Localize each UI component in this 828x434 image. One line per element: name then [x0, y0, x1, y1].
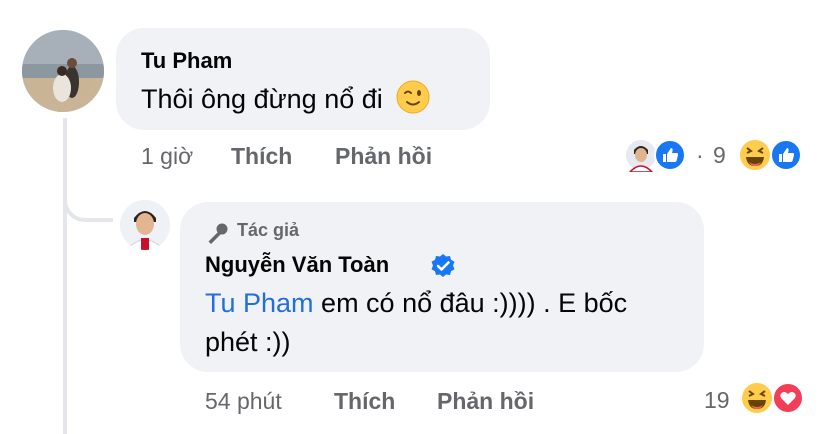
haha-reaction-icon: [738, 138, 772, 172]
reply-like-button[interactable]: Thích: [334, 388, 395, 415]
reply-timestamp[interactable]: 54 phút: [205, 388, 282, 415]
reply-text-line1: em có nổ đâu :)))) . E bốc: [313, 288, 628, 318]
comment-text-body: Thôi ông đừng nổ đi: [141, 84, 383, 114]
comment-like-button[interactable]: Thích: [231, 143, 292, 170]
reply-author[interactable]: Nguyễn Văn Toàn: [205, 252, 389, 278]
verified-badge-icon: [431, 254, 455, 277]
reply-text-line2: phét :)): [205, 327, 291, 357]
reply-reply-button[interactable]: Phản hồi: [437, 388, 534, 415]
comment-reaction-count: 9: [713, 142, 726, 168]
comment-reply-button[interactable]: Phản hồi: [335, 143, 432, 170]
reactor-avatar: [624, 138, 658, 172]
reply-reactions[interactable]: 19: [700, 381, 810, 417]
like-reaction-icon: [654, 139, 686, 171]
comment-text: Thôi ông đừng nổ đi: [141, 80, 430, 124]
like-reaction-icon: [770, 139, 802, 171]
mention-link[interactable]: Tu Pham: [205, 288, 314, 318]
avatar[interactable]: [22, 30, 104, 112]
reply-avatar[interactable]: [120, 200, 170, 250]
comment-author[interactable]: Tu Pham: [141, 48, 232, 74]
love-reaction-icon: [772, 382, 804, 414]
comment-reactions[interactable]: · 9: [624, 138, 804, 174]
haha-reaction-icon: [740, 381, 774, 415]
avatar-photo: [22, 30, 104, 112]
reply-reaction-count: 19: [704, 387, 730, 413]
microphone-icon: [208, 223, 228, 244]
wink-emoji-icon: [396, 80, 430, 124]
comment-timestamp[interactable]: 1 giờ: [141, 143, 193, 170]
thread-line: [63, 118, 67, 434]
avatar-photo: [120, 200, 170, 250]
author-badge-label: Tác giả: [237, 220, 300, 240]
thread-connector: [63, 170, 113, 222]
reply-text: Tu Pham em có nổ đâu :)))) . E bốc: [205, 284, 695, 322]
reaction-separator: ·: [696, 142, 704, 168]
